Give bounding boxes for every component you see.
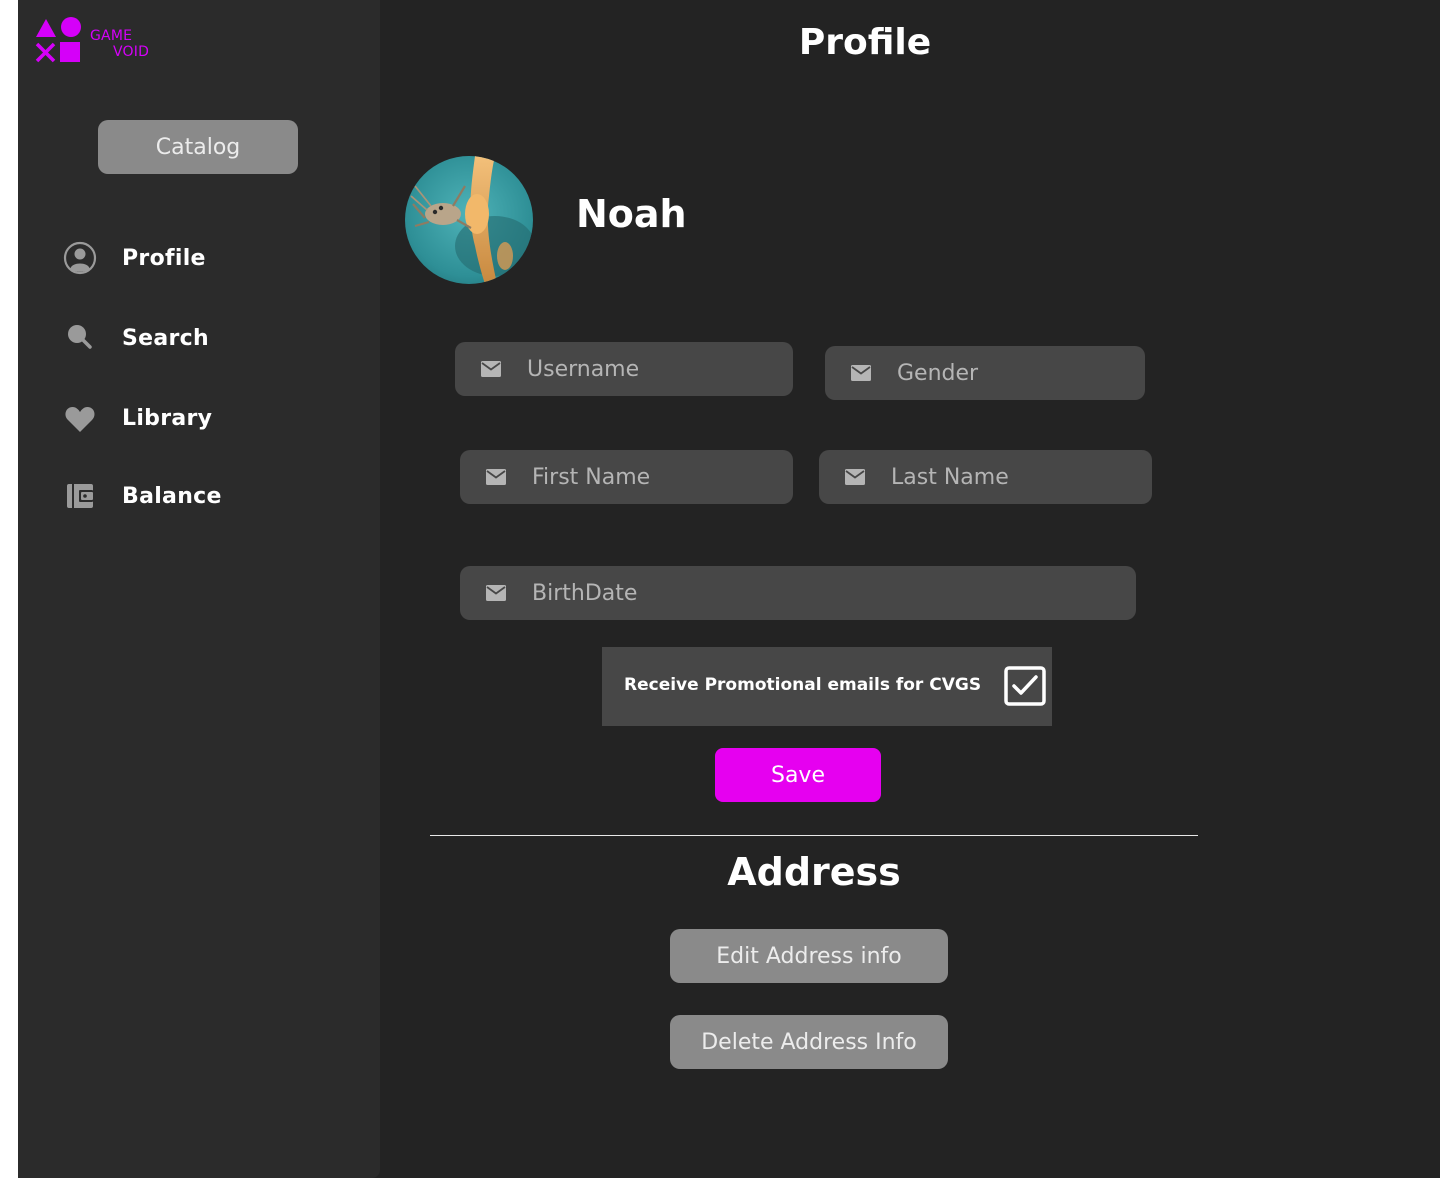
logo-shapes-icon	[35, 17, 81, 63]
brand-line1: GAME	[90, 28, 133, 44]
edit-address-button[interactable]: Edit Address info	[670, 929, 948, 983]
search-icon	[62, 320, 98, 356]
avatar[interactable]	[405, 156, 533, 284]
brand-line2: VOID	[113, 44, 150, 60]
avatar-photo-icon	[405, 156, 533, 284]
user-circle-icon	[62, 240, 98, 276]
promo-email-checkbox[interactable]	[1004, 666, 1046, 706]
birthdate-field[interactable]: BirthDate	[460, 566, 1136, 620]
sidebar-item-search[interactable]: Search	[62, 318, 342, 358]
username-placeholder: Username	[527, 356, 640, 382]
sidebar-item-library[interactable]: Library	[62, 398, 342, 438]
user-name: Noah	[576, 192, 687, 236]
mail-icon	[845, 469, 865, 485]
last-name-placeholder: Last Name	[891, 464, 1009, 490]
first-name-placeholder: First Name	[532, 464, 651, 490]
sidebar-item-profile[interactable]: Profile	[62, 238, 342, 278]
mail-icon	[486, 585, 506, 601]
address-section-title: Address	[727, 850, 901, 894]
delete-address-button[interactable]: Delete Address Info	[670, 1015, 948, 1069]
mail-icon	[851, 365, 871, 381]
page-title: Profile	[798, 22, 932, 63]
sidebar-item-label: Library	[122, 405, 213, 431]
sidebar-item-label: Search	[122, 325, 209, 351]
mail-icon	[481, 361, 501, 377]
wallet-icon	[62, 478, 98, 514]
gender-placeholder: Gender	[897, 360, 979, 386]
birthdate-placeholder: BirthDate	[532, 580, 638, 606]
app-window: GAME VOID Catalog Profile Search Library…	[18, 0, 1440, 1178]
sidebar-item-balance[interactable]: Balance	[62, 476, 342, 516]
last-name-field[interactable]: Last Name	[819, 450, 1152, 504]
gender-field[interactable]: Gender	[825, 346, 1145, 400]
first-name-field[interactable]: First Name	[460, 450, 793, 504]
promo-email-label: Receive Promotional emails for CVGS	[624, 675, 982, 695]
save-button[interactable]: Save	[715, 748, 881, 802]
sidebar-item-label: Profile	[122, 245, 206, 271]
sidebar: GAME VOID Catalog Profile Search Library…	[18, 0, 380, 1178]
sidebar-item-label: Balance	[122, 483, 222, 509]
username-field[interactable]: Username	[455, 342, 793, 396]
promo-email-option: Receive Promotional emails for CVGS	[602, 647, 1052, 726]
catalog-button[interactable]: Catalog	[98, 120, 298, 174]
section-divider	[430, 835, 1198, 836]
mail-icon	[486, 469, 506, 485]
brand-logo[interactable]: GAME VOID	[34, 16, 174, 66]
heart-icon	[62, 400, 98, 436]
